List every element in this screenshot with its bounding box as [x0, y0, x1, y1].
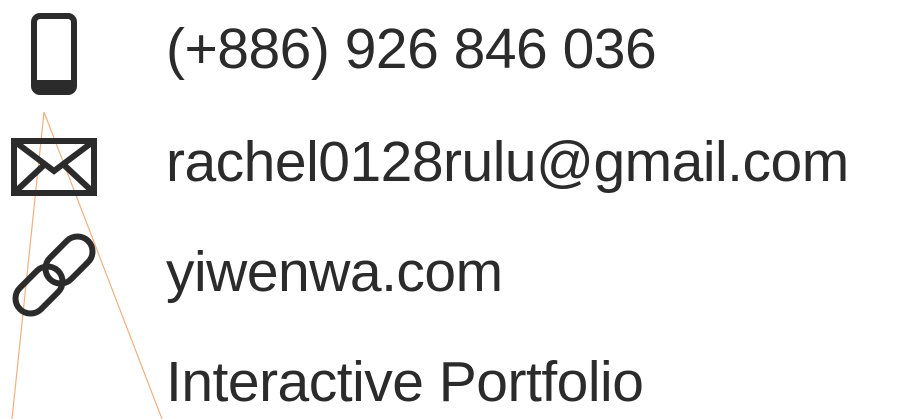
phone-number[interactable]: (+886) 926 846 036	[166, 14, 657, 84]
link-icon	[12, 233, 96, 317]
website-row: yiwenwa.com	[0, 225, 909, 325]
contact-card: (+886) 926 846 036 rachel0128rulu@gmail.…	[0, 0, 909, 419]
website-link[interactable]: yiwenwa.com	[166, 237, 503, 307]
envelope-icon	[11, 138, 97, 196]
portfolio-link[interactable]: Interactive Portfolio	[166, 347, 644, 417]
phone-icon	[31, 13, 77, 95]
email-row: rachel0128rulu@gmail.com	[0, 115, 909, 215]
email-link[interactable]: rachel0128rulu@gmail.com	[166, 127, 849, 197]
portfolio-row: Interactive Portfolio	[0, 335, 909, 419]
phone-row: (+886) 926 846 036	[0, 0, 909, 100]
